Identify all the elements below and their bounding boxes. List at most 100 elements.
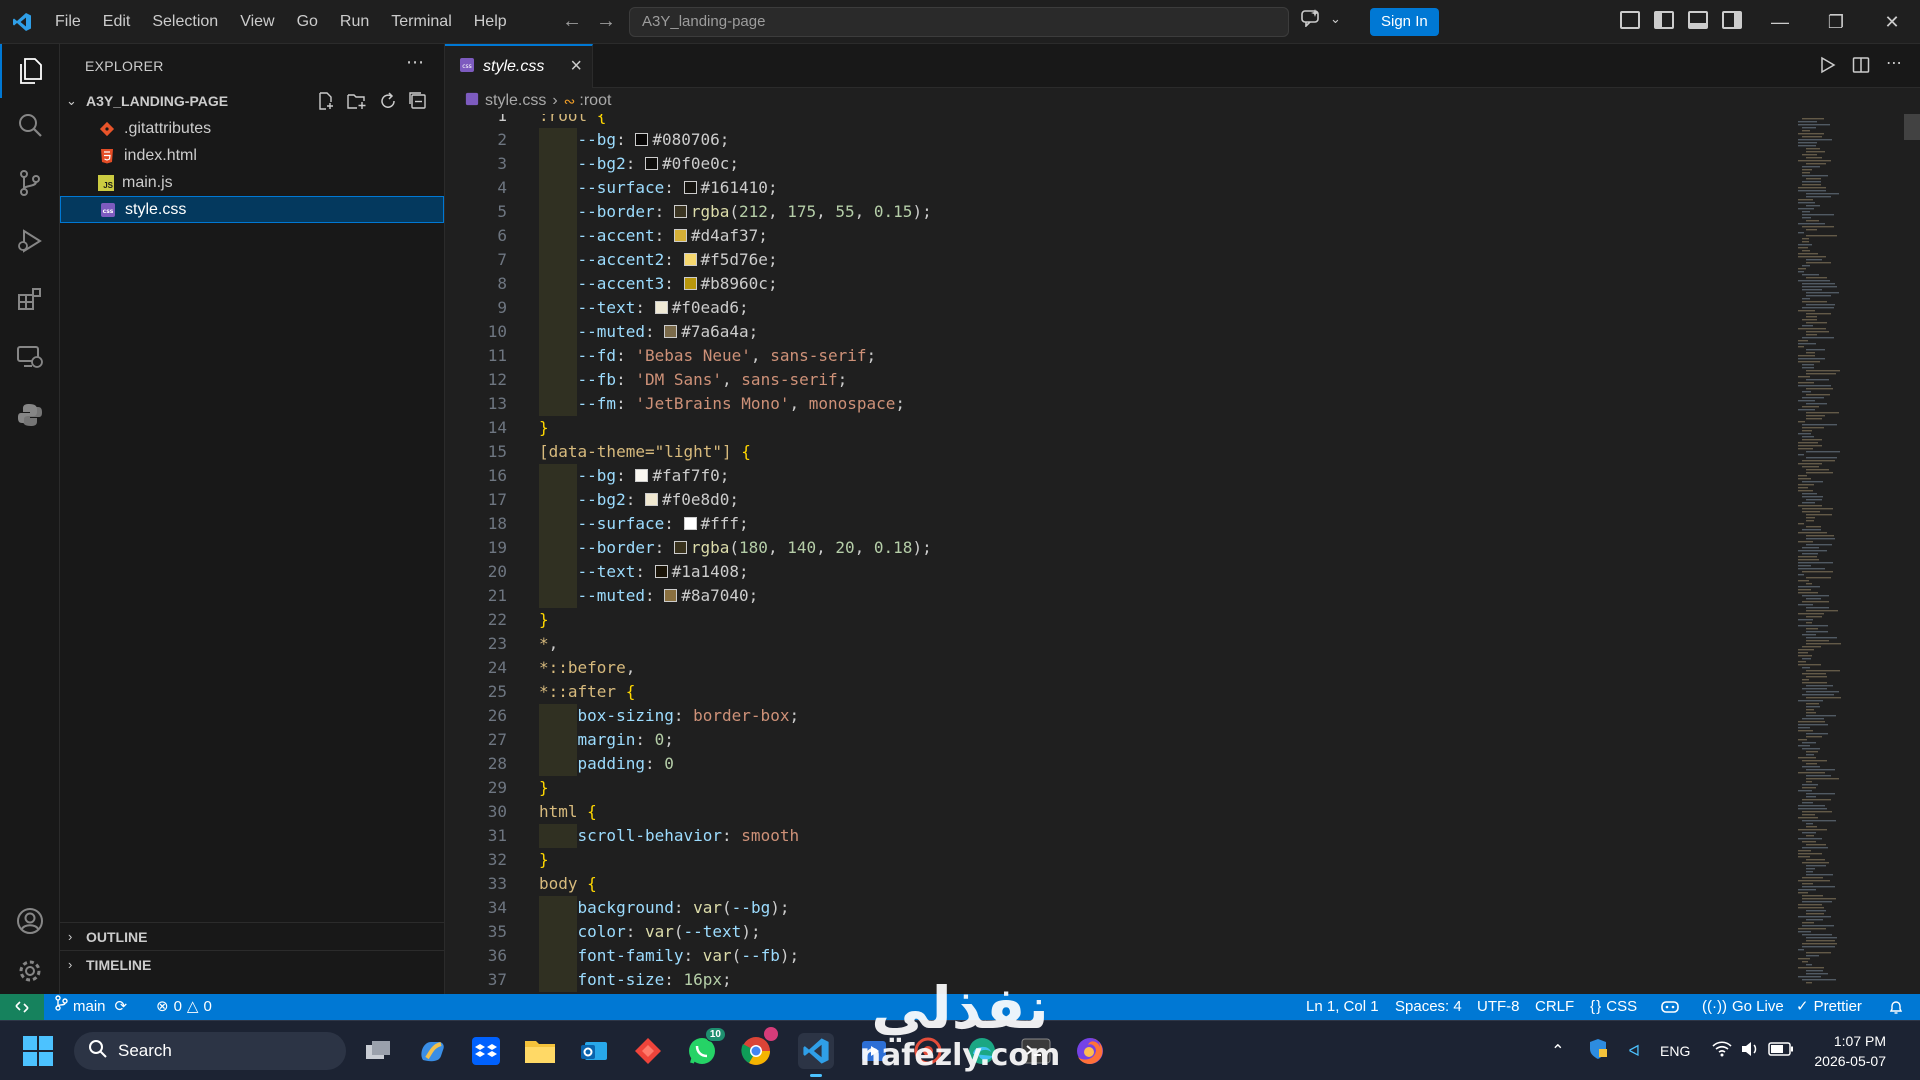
color-swatch[interactable] [683,277,697,290]
customize-layout-icon[interactable] [1620,11,1640,29]
security-shield-icon[interactable] [1588,1038,1608,1064]
code-line[interactable]: 31 scroll-behavior: smooth [445,824,1785,848]
menu-go[interactable]: Go [286,0,329,44]
code-line[interactable]: 25 *::after { [445,680,1785,704]
code-line[interactable]: 11 --fd: 'Bebas Neue', sans-serif; [445,344,1785,368]
task-view-icon[interactable] [360,1033,396,1069]
edge-icon[interactable] [964,1033,1000,1069]
forward-arrow-icon[interactable]: → [596,10,616,33]
code-line[interactable]: 16 --bg: #faf7f0; [445,464,1785,488]
restore-icon[interactable]: ❐ [1808,0,1864,44]
go-live-button[interactable]: ((·)) Go Live [1702,994,1784,1020]
color-swatch[interactable] [654,301,668,314]
screen-recorder-icon[interactable] [910,1033,946,1069]
editor-scrollbar[interactable] [1904,114,1920,140]
wifi-icon[interactable] [1712,1041,1732,1061]
code-line[interactable]: 27 margin: 0; [445,728,1785,752]
remote-indicator[interactable] [0,994,44,1020]
code-line[interactable]: 28 padding: 0 [445,752,1785,776]
code-line[interactable]: 13 --fm: 'JetBrains Mono', monospace; [445,392,1785,416]
search-icon[interactable] [0,98,60,152]
refresh-icon[interactable] [379,92,397,115]
toggle-primary-sidebar-icon[interactable] [1654,11,1674,29]
chevron-up-icon[interactable]: ⌃ [1551,1041,1564,1061]
code-line[interactable]: 6 --accent: #d4af37; [445,224,1785,248]
file-main-js[interactable]: JS main.js [60,169,445,196]
color-swatch[interactable] [644,493,658,506]
command-center[interactable]: A3Y_landing-page [629,7,1289,37]
code-line[interactable]: 12 --fb: 'DM Sans', sans-serif; [445,368,1785,392]
color-swatch[interactable] [635,133,649,146]
anydesk-icon[interactable] [630,1033,666,1069]
outlook-icon[interactable] [576,1033,612,1069]
branch-status[interactable]: main ⟳ [54,994,127,1020]
toggle-panel-icon[interactable] [1688,11,1708,29]
code-line[interactable]: 35 color: var(--text); [445,920,1785,944]
menu-file[interactable]: File [44,0,92,44]
file-index-html[interactable]: index.html [60,142,445,169]
folder-header[interactable]: ⌄ A3Y_LANDING-PAGE [60,88,445,114]
code-line[interactable]: 2 --bg: #080706; [445,128,1785,152]
cursor-position[interactable]: Ln 1, Col 1 [1306,994,1379,1020]
remote-explorer-icon[interactable] [0,330,60,384]
color-swatch[interactable] [635,469,649,482]
code-line[interactable]: 14} [445,416,1785,440]
menu-terminal[interactable]: Terminal [380,0,462,44]
code-line[interactable]: 5 --border: rgba(212, 175, 55, 0.15); [445,200,1785,224]
bluetooth-icon[interactable]: ᐊ [1628,1042,1640,1060]
code-line[interactable]: 4 --surface: #161410; [445,176,1785,200]
color-swatch[interactable] [673,205,687,218]
menu-edit[interactable]: Edit [92,0,142,44]
python-icon[interactable] [0,388,60,442]
code-line[interactable]: 20 --text: #1a1408; [445,560,1785,584]
color-swatch[interactable] [673,541,687,554]
indentation[interactable]: Spaces: 4 [1395,994,1462,1020]
code-line[interactable]: 17 --bg2: #f0e8d0; [445,488,1785,512]
toggle-secondary-sidebar-icon[interactable] [1722,11,1742,29]
code-line[interactable]: 8 --accent3: #b8960c; [445,272,1785,296]
firefox-icon[interactable] [1072,1033,1108,1069]
sync-icon[interactable]: ⟳ [115,994,128,1020]
battery-icon[interactable] [1768,1042,1794,1060]
file-gitattributes[interactable]: .gitattributes [60,115,445,142]
more-actions-icon[interactable]: ⋯ [406,52,424,73]
whatsapp-icon[interactable]: 10 [684,1027,726,1069]
notifications-bell-icon[interactable] [1888,994,1904,1020]
code-line[interactable]: 34 background: var(--bg); [445,896,1785,920]
code-line[interactable]: 32} [445,848,1785,872]
new-file-icon[interactable] [317,92,335,115]
split-editor-icon[interactable] [1852,56,1870,79]
tab-style-css[interactable]: css style.css × [445,44,593,88]
menu-help[interactable]: Help [463,0,518,44]
code-line[interactable]: 36 font-family: var(--fb); [445,944,1785,968]
color-swatch[interactable] [683,517,697,530]
copilot-menu[interactable]: ⌄ [1300,9,1341,32]
close-window-icon[interactable]: ✕ [1864,0,1920,44]
breadcrumb-symbol[interactable]: :root [579,92,611,110]
back-arrow-icon[interactable]: ← [562,10,582,33]
color-swatch[interactable] [683,181,697,194]
volume-icon[interactable] [1740,1041,1760,1061]
collapse-all-icon[interactable] [409,92,427,115]
chrome-icon[interactable] [738,1027,778,1069]
encoding[interactable]: UTF-8 [1477,994,1520,1020]
run-code-icon[interactable] [1818,56,1836,79]
extensions-icon[interactable] [0,272,60,326]
color-swatch[interactable] [673,229,687,242]
accounts-icon[interactable] [0,894,60,948]
code-line[interactable]: 21 --muted: #8a7040; [445,584,1785,608]
problems-status[interactable]: ⊗ 0 △ 0 [156,994,212,1020]
copilot-status-icon[interactable] [1660,994,1680,1020]
timeline-section[interactable]: › TIMELINE [60,950,445,978]
media-player-icon[interactable] [856,1033,892,1069]
close-icon[interactable]: × [570,55,582,78]
language-indicator[interactable]: ENG [1660,1043,1690,1059]
code-line[interactable]: 30 html { [445,800,1785,824]
color-swatch[interactable] [664,589,678,602]
source-control-icon[interactable] [0,156,60,210]
clock[interactable]: 1:07 PM 2026-05-07 [1814,1031,1886,1071]
minimap[interactable] [1790,114,1905,994]
vscode-taskbar-icon[interactable] [798,1033,834,1077]
code-line[interactable]: 23 *, [445,632,1785,656]
color-swatch[interactable] [683,253,697,266]
